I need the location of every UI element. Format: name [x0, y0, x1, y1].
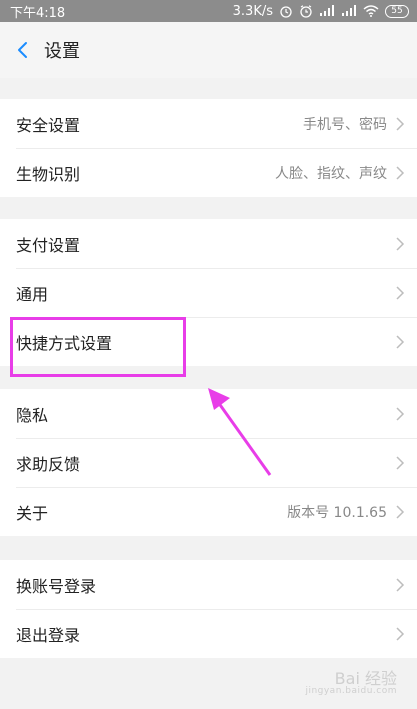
vibrate-icon [280, 5, 292, 18]
settings-group-login: 换账号登录 退出登录 [0, 560, 417, 658]
row-label: 求助反馈 [16, 454, 81, 474]
chevron-left-icon [18, 42, 27, 58]
page-title: 设置 [44, 41, 80, 62]
chevron-right-icon [396, 236, 405, 251]
network-speed: 3.3K/s [232, 3, 273, 19]
chevron-right-icon [396, 285, 405, 300]
row-logout[interactable]: 退出登录 [0, 609, 417, 658]
row-label: 生物识别 [16, 164, 81, 184]
row-label: 支付设置 [16, 235, 81, 255]
row-label: 换账号登录 [16, 576, 97, 596]
watermark-sub: jingyan.baidu.com [305, 686, 397, 697]
chevron-right-icon [396, 334, 405, 349]
wifi-icon [363, 5, 379, 17]
row-about[interactable]: 关于 版本号 10.1.65 [0, 487, 417, 536]
row-security-settings[interactable]: 安全设置 手机号、密码 [0, 99, 417, 148]
chevron-right-icon [396, 504, 405, 519]
row-label: 安全设置 [16, 115, 81, 135]
row-switch-account[interactable]: 换账号登录 [0, 560, 417, 609]
back-button[interactable] [0, 22, 44, 78]
settings-group-general: 支付设置 通用 快捷方式设置 [0, 219, 417, 366]
row-privacy[interactable]: 隐私 [0, 389, 417, 438]
row-biometrics[interactable]: 生物识别 人脸、指纹、声纹 [0, 148, 417, 197]
row-label: 隐私 [16, 405, 49, 425]
status-bar: 下午4:18 3.3K/s 55 [0, 0, 417, 22]
battery-icon: 55 [385, 4, 409, 18]
row-general[interactable]: 通用 [0, 268, 417, 317]
alarm-icon [300, 4, 312, 18]
row-label: 快捷方式设置 [16, 333, 113, 353]
watermark-main: Bai 经验 [334, 668, 397, 688]
row-label: 退出登录 [16, 625, 81, 645]
row-label: 通用 [16, 284, 49, 304]
status-time: 下午4:18 [10, 5, 66, 21]
row-shortcut-settings[interactable]: 快捷方式设置 [0, 317, 417, 366]
chevron-right-icon [396, 626, 405, 641]
row-value: 手机号、密码 [303, 116, 387, 133]
row-value: 人脸、指纹、声纹 [275, 165, 387, 182]
row-value: 版本号 10.1.65 [287, 504, 387, 521]
navigation-bar: 设置 [0, 22, 417, 78]
chevron-right-icon [396, 455, 405, 470]
row-help-feedback[interactable]: 求助反馈 [0, 438, 417, 487]
chevron-right-icon [396, 406, 405, 421]
chevron-right-icon [396, 165, 405, 180]
status-icons: 3.3K/s 55 [233, 4, 409, 19]
watermark: Bai 经验 jingyan.baidu.com [305, 668, 397, 697]
settings-group-account: 安全设置 手机号、密码 生物识别 人脸、指纹、声纹 [0, 99, 417, 197]
signal-icon-1 [320, 5, 334, 16]
chevron-right-icon [396, 577, 405, 592]
settings-group-about: 隐私 求助反馈 关于 版本号 10.1.65 [0, 389, 417, 536]
row-payment-settings[interactable]: 支付设置 [0, 219, 417, 268]
row-label: 关于 [16, 503, 49, 523]
chevron-right-icon [396, 116, 405, 131]
signal-icon-2 [342, 5, 356, 16]
